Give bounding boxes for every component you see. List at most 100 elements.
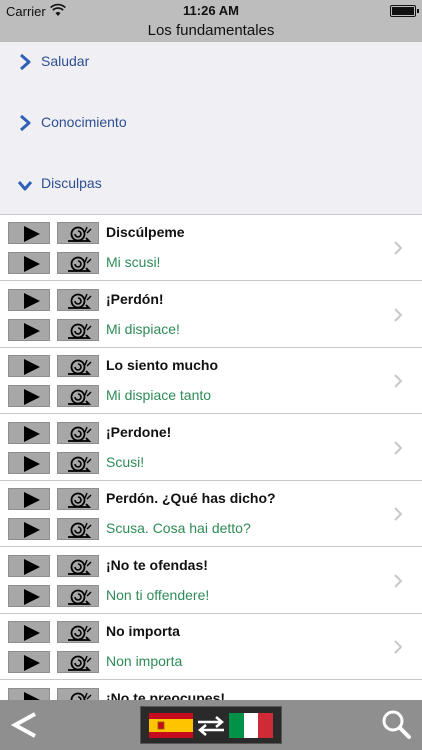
source-phrase: Lo siento mucho	[106, 357, 218, 373]
play-source-button[interactable]	[8, 688, 50, 700]
chevron-right-icon	[20, 115, 31, 131]
play-source-button[interactable]	[8, 222, 50, 244]
category-item-disculpas[interactable]: Disculpas	[0, 164, 422, 204]
category-label: Conocimiento	[41, 114, 127, 130]
play-icon	[24, 492, 40, 508]
slow-play-source-button[interactable]	[57, 289, 99, 311]
slow-play-source-button[interactable]	[57, 222, 99, 244]
category-item-conocimiento[interactable]: Conocimiento	[0, 103, 422, 143]
snail-icon	[68, 226, 92, 242]
phrase-row[interactable]: Lo siento mucho Mi dispiace tanto	[0, 348, 422, 414]
play-icon	[24, 625, 40, 641]
translated-phrase: Scusa. Cosa hai detto?	[106, 520, 251, 536]
category-list: Saludar Conocimiento Disculpas	[0, 42, 422, 214]
bottom-toolbar	[0, 700, 422, 750]
phrase-list: Discúlpeme Mi scusi! ¡Perdón! Mi dispiac…	[0, 214, 422, 700]
play-source-button[interactable]	[8, 555, 50, 577]
italy-flag-icon	[229, 713, 273, 738]
snail-icon	[70, 692, 92, 700]
snail-icon	[68, 492, 92, 508]
slow-play-translation-button[interactable]	[57, 319, 99, 341]
play-icon	[24, 655, 40, 671]
chevron-right-icon	[20, 54, 31, 70]
slow-play-translation-button[interactable]	[57, 518, 99, 540]
slow-play-source-button[interactable]	[57, 555, 99, 577]
play-icon	[24, 359, 40, 375]
chevron-down-icon	[18, 181, 32, 191]
snail-icon	[68, 323, 92, 339]
phrase-row[interactable]: ¡No te preocupes!	[0, 681, 422, 700]
source-phrase: Perdón. ¿Qué has dicho?	[106, 490, 276, 506]
play-source-button[interactable]	[8, 422, 50, 444]
phrase-row[interactable]: Discúlpeme Mi scusi!	[0, 215, 422, 281]
battery-icon	[390, 5, 419, 17]
play-icon	[24, 522, 40, 538]
snail-icon	[68, 389, 92, 405]
snail-icon	[68, 256, 92, 272]
slow-play-source-button[interactable]	[57, 488, 99, 510]
phrase-row[interactable]: ¡Perdón! Mi dispiace!	[0, 282, 422, 348]
search-icon[interactable]	[380, 708, 412, 740]
slow-play-source-button[interactable]	[57, 355, 99, 377]
play-translation-button[interactable]	[8, 585, 50, 607]
translated-phrase: Non ti offendere!	[106, 587, 210, 603]
clock: 11:26 AM	[183, 3, 239, 18]
language-swap-button[interactable]	[140, 706, 282, 744]
play-translation-button[interactable]	[8, 518, 50, 540]
title-bar: Carrier 11:26 AM Los fundamentales	[0, 0, 422, 42]
translated-phrase: Scusi!	[106, 454, 145, 470]
play-icon	[24, 256, 40, 272]
phrase-row[interactable]: ¡Perdone! Scusi!	[0, 415, 422, 481]
back-chevron-icon[interactable]	[8, 708, 42, 742]
play-icon	[24, 323, 40, 339]
snail-icon	[68, 522, 92, 538]
swap-arrows-icon	[198, 716, 224, 736]
category-label: Disculpas	[41, 175, 102, 191]
phrase-row[interactable]: Perdón. ¿Qué has dicho? Scusa. Cosa hai …	[0, 481, 422, 547]
snail-icon	[68, 293, 92, 309]
source-phrase: No importa	[106, 623, 180, 639]
translated-phrase: Non importa	[106, 653, 183, 669]
play-source-button[interactable]	[8, 621, 50, 643]
disclosure-chevron-icon	[394, 640, 402, 654]
play-translation-button[interactable]	[8, 651, 50, 673]
play-translation-button[interactable]	[8, 452, 50, 474]
disclosure-chevron-icon	[394, 308, 402, 322]
disclosure-chevron-icon	[394, 441, 402, 455]
translated-phrase: Mi dispiace!	[106, 321, 180, 337]
play-source-button[interactable]	[8, 488, 50, 510]
disclosure-chevron-icon	[394, 574, 402, 588]
slow-play-translation-button[interactable]	[57, 252, 99, 274]
play-icon	[24, 426, 40, 442]
play-icon	[24, 692, 40, 700]
play-translation-button[interactable]	[8, 385, 50, 407]
play-icon	[24, 293, 40, 309]
snail-icon	[68, 655, 92, 671]
slow-play-source-button[interactable]	[57, 621, 99, 643]
play-source-button[interactable]	[8, 355, 50, 377]
source-phrase: ¡No te ofendas!	[106, 557, 208, 573]
category-label: Saludar	[41, 53, 90, 69]
phrase-row[interactable]: No importa Non importa	[0, 614, 422, 680]
category-item-saludar[interactable]: Saludar	[0, 42, 422, 82]
slow-play-translation-button[interactable]	[57, 585, 99, 607]
snail-icon	[68, 359, 92, 375]
phrase-row[interactable]: ¡No te ofendas! Non ti offendere!	[0, 548, 422, 614]
source-phrase: ¡No te preocupes!	[106, 690, 226, 700]
play-icon	[24, 559, 40, 575]
slow-play-translation-button[interactable]	[57, 385, 99, 407]
disclosure-chevron-icon	[394, 507, 402, 521]
app-screen: Carrier 11:26 AM Los fundamentales Salud…	[0, 0, 422, 750]
slow-play-translation-button[interactable]	[57, 651, 99, 673]
translated-phrase: Mi dispiace tanto	[106, 387, 212, 403]
play-translation-button[interactable]	[8, 319, 50, 341]
play-translation-button[interactable]	[8, 252, 50, 274]
slow-play-source-button[interactable]	[57, 688, 99, 700]
page-title: Los fundamentales	[147, 22, 275, 39]
slow-play-source-button[interactable]	[57, 422, 99, 444]
play-source-button[interactable]	[8, 289, 50, 311]
slow-play-translation-button[interactable]	[57, 452, 99, 474]
snail-icon	[68, 559, 92, 575]
play-icon	[24, 226, 40, 242]
source-phrase: ¡Perdone!	[106, 424, 172, 440]
